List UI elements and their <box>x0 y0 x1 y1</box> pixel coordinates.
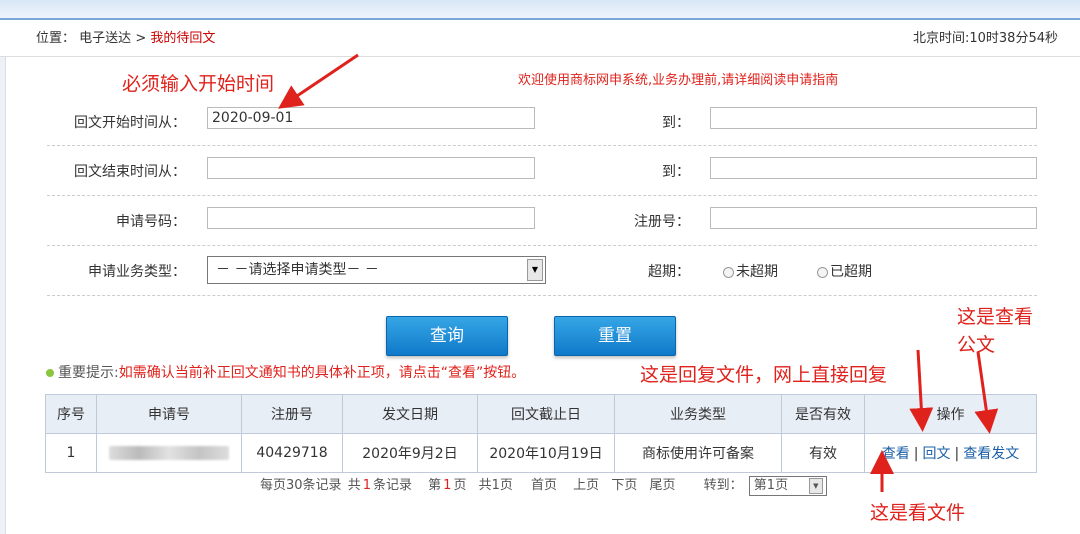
arrow-to-start-input <box>278 53 359 109</box>
arrow-to-reply-link <box>909 349 934 432</box>
arrow-to-view-issued-doc <box>974 351 999 434</box>
annotation-arrows <box>278 53 999 492</box>
